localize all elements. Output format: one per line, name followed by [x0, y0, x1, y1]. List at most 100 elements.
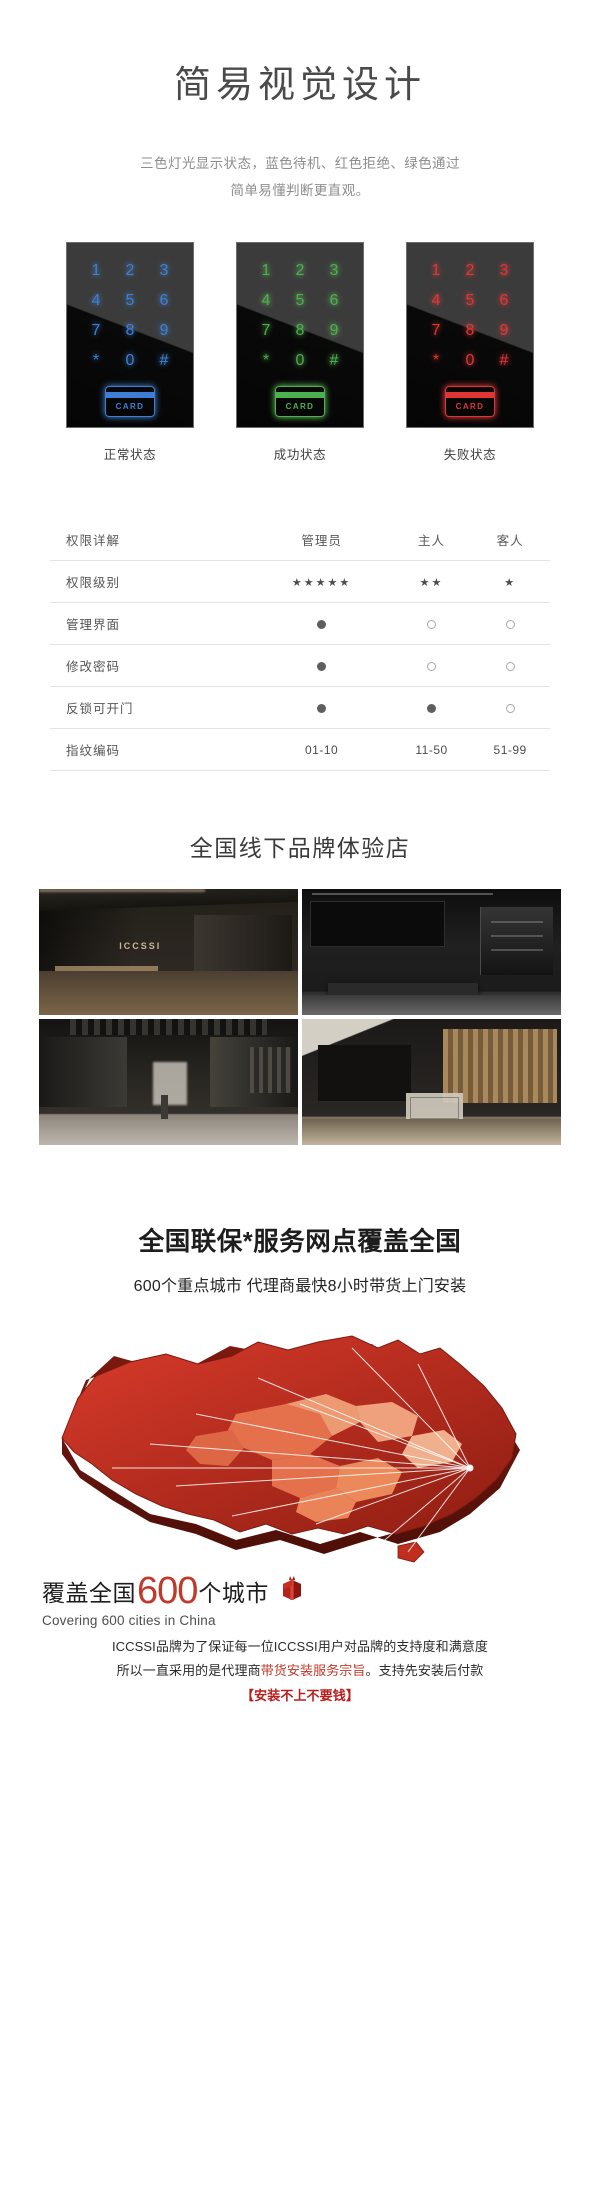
permission-dot-cell — [470, 602, 550, 646]
keypad-key-8[interactable]: 8 — [283, 323, 317, 339]
keypad-key-0[interactable]: 0 — [453, 353, 487, 369]
card-reader-icon-success: CARD — [275, 386, 325, 418]
keypad-keys-success[interactable]: 1 2 3 4 5 6 7 8 9 * 0 # — [237, 243, 363, 369]
keypad-key-4[interactable]: 4 — [419, 293, 453, 309]
keypad-key-#[interactable]: # — [487, 353, 521, 369]
service-subheading: 600个重点城市 代理商最快8小时带货上门安装 — [133, 1278, 467, 1296]
store-photo-grid: ICCSSI — [39, 889, 561, 1146]
keypad-key-*[interactable]: * — [249, 353, 283, 369]
keypad-key-1[interactable]: 1 — [419, 263, 453, 279]
table-header-cell-3: 客人 — [470, 519, 550, 562]
keypad-key-1[interactable]: 1 — [79, 263, 113, 279]
keypad-key-1[interactable]: 1 — [249, 263, 283, 279]
store-photo-3[interactable] — [39, 1019, 298, 1146]
ceiling-grid — [70, 1019, 267, 1036]
keypad-keys-fail[interactable]: 1 2 3 4 5 6 7 8 9 * 0 # — [407, 243, 533, 369]
keypad-key-3[interactable]: 3 — [147, 263, 181, 279]
keypad-key-6[interactable]: 6 — [487, 293, 521, 309]
keypad-key-4[interactable]: 4 — [249, 293, 283, 309]
permission-dot-cell — [250, 644, 393, 688]
store-photo-1[interactable]: ICCSSI — [39, 889, 298, 1016]
keypad-key-#[interactable]: # — [147, 353, 181, 369]
keypad-panel-success[interactable]: 1 2 3 4 5 6 7 8 9 * 0 # CARD — [236, 242, 364, 429]
keypad-key-5[interactable]: 5 — [283, 293, 317, 309]
keypad-card-fail: 1 2 3 4 5 6 7 8 9 * 0 # CARD 失败状态 — [406, 242, 534, 463]
keypad-key-7[interactable]: 7 — [79, 323, 113, 339]
keypad-key-5[interactable]: 5 — [453, 293, 487, 309]
keypad-key-2[interactable]: 2 — [283, 263, 317, 279]
coverage-count: 600 — [137, 1570, 198, 1613]
table-row-label: 修改密码 — [50, 644, 251, 688]
keypad-state-label-success: 成功状态 — [273, 448, 327, 463]
keypad-key-3[interactable]: 3 — [487, 263, 521, 279]
keypad-key-6[interactable]: 6 — [147, 293, 181, 309]
table-row-label: 管理界面 — [50, 602, 251, 646]
keypad-key-7[interactable]: 7 — [419, 323, 453, 339]
permission-dot-cell — [470, 644, 550, 688]
dot-empty-icon — [427, 619, 437, 629]
keypad-key-*[interactable]: * — [419, 353, 453, 369]
keypad-key-9[interactable]: 9 — [487, 323, 521, 339]
gift-box-icon — [279, 1574, 305, 1606]
keypad-key-8[interactable]: 8 — [453, 323, 487, 339]
page-title: 简易视觉设计 — [174, 64, 426, 105]
center-pillar — [160, 1095, 168, 1120]
keypad-key-9[interactable]: 9 — [147, 323, 181, 339]
keypad-key-0[interactable]: 0 — [113, 353, 147, 369]
keypad-key-2[interactable]: 2 — [453, 263, 487, 279]
keypad-card-normal: 1 2 3 4 5 6 7 8 9 * 0 # CARD 正常状态 — [66, 242, 194, 463]
table-row: 反锁可开门 — [50, 686, 550, 730]
paragraph-highlight: 带货安装服务宗旨 — [260, 1663, 366, 1679]
keypad-state-label-normal: 正常状态 — [103, 448, 157, 463]
code-range-cell: 11-50 — [392, 728, 471, 772]
coverage-paragraph: ICCSSI品牌为了保证每一位ICCSSI用户对品牌的支持度和满意度 所以一直采… — [0, 1635, 600, 1707]
keypad-key-3[interactable]: 3 — [317, 263, 351, 279]
permission-dot-cell — [392, 644, 471, 688]
table-row-label: 指纹编码 — [50, 728, 251, 772]
table-row-label: 权限级别 — [50, 560, 251, 604]
rating-stars: ★★ — [392, 560, 471, 604]
keypad-key-5[interactable]: 5 — [113, 293, 147, 309]
corridor-vanishing-light — [152, 1062, 187, 1105]
floor-surface — [39, 971, 298, 1016]
table-row: 指纹编码 01-10 11-50 51-99 — [50, 728, 550, 772]
keypad-key-4[interactable]: 4 — [79, 293, 113, 309]
table-row: 管理界面 — [50, 602, 550, 646]
china-coverage-map — [0, 1318, 600, 1568]
keypad-key-*[interactable]: * — [79, 353, 113, 369]
card-stripe — [446, 392, 494, 399]
stores-heading: 全国线下品牌体验店 — [189, 835, 411, 862]
rating-stars: ★★★★★ — [250, 560, 393, 604]
keypad-key-0[interactable]: 0 — [283, 353, 317, 369]
keypad-keys-normal[interactable]: 1 2 3 4 5 6 7 8 9 * 0 # — [67, 243, 193, 369]
store-photo-2[interactable] — [302, 889, 561, 1016]
coverage-headline: 覆盖全国 600 个城市 — [0, 1570, 600, 1613]
dark-feature-wall — [317, 1045, 411, 1102]
design-description-line-1: 三色灯光显示状态，蓝色待机、红色拒绝、绿色通过 — [140, 156, 460, 172]
permission-table: 权限详解 管理员 主人 客人 权限级别 ★★★★★ ★★ ★ 管理界面 修改密码 反锁可开门 指纹编… — [50, 519, 550, 772]
coverage-paragraph-line-2: 所以一直采用的是代理商带货安装服务宗旨。支持先安装后付款 — [0, 1659, 600, 1683]
keypad-key-6[interactable]: 6 — [317, 293, 351, 309]
store-brand-sign: ICCSSI — [119, 941, 162, 952]
keypad-key-9[interactable]: 9 — [317, 323, 351, 339]
card-label: CARD — [285, 402, 315, 412]
keypad-panel-fail[interactable]: 1 2 3 4 5 6 7 8 9 * 0 # CARD — [406, 242, 534, 429]
card-stripe — [276, 392, 324, 399]
design-title-section: 简易视觉设计 三色灯光显示状态，蓝色待机、红色拒绝、绿色通过 简单易懂判断更直观… — [0, 0, 600, 204]
keypad-key-#[interactable]: # — [317, 353, 351, 369]
keypad-panel-normal[interactable]: 1 2 3 4 5 6 7 8 9 * 0 # CARD — [66, 242, 194, 429]
card-label: CARD — [455, 402, 485, 412]
permission-dot-cell — [470, 686, 550, 730]
keypad-key-2[interactable]: 2 — [113, 263, 147, 279]
coverage-guarantee-badge: 【安装不上不要钱】 — [241, 1687, 359, 1703]
card-stripe — [106, 392, 154, 399]
store-photo-4[interactable] — [302, 1019, 561, 1146]
table-header-row: 权限详解 管理员 主人 客人 — [50, 519, 550, 562]
floor-surface — [302, 1119, 561, 1146]
code-range-cell: 51-99 — [470, 728, 550, 772]
keypad-key-7[interactable]: 7 — [249, 323, 283, 339]
keypad-key-8[interactable]: 8 — [113, 323, 147, 339]
dot-filled-icon — [427, 703, 437, 713]
dot-empty-icon — [505, 619, 515, 629]
coverage-prefix: 覆盖全国 — [42, 1580, 136, 1607]
